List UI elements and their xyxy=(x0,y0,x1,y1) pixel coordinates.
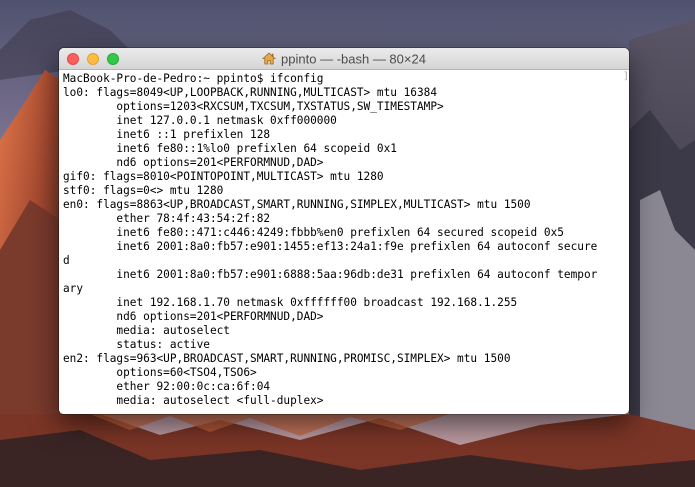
terminal-line: d xyxy=(63,254,70,267)
terminal-line: stf0: flags=0<> mtu 1280 xyxy=(63,184,224,197)
terminal-line: lo0: flags=8049<UP,LOOPBACK,RUNNING,MULT… xyxy=(63,86,438,99)
terminal-line: inet6 2001:8a0:fb57:e901:1455:ef13:24a1:… xyxy=(63,240,598,253)
terminal-line: inet6 fe80::1%lo0 prefixlen 64 scopeid 0… xyxy=(63,142,397,155)
terminal-output: MacBook-Pro-de-Pedro:~ ppinto$ ifconfig l… xyxy=(59,70,629,408)
terminal-window[interactable]: ppinto — -bash — 80×24 MacBook-Pro-de-Pe… xyxy=(59,48,629,414)
terminal-line: inet6 ::1 prefixlen 128 xyxy=(63,128,271,141)
terminal-line: en2: flags=963<UP,BROADCAST,SMART,RUNNIN… xyxy=(63,352,511,365)
title-bar[interactable]: ppinto — -bash — 80×24 xyxy=(59,48,629,70)
window-title: ppinto — -bash — 80×24 xyxy=(59,48,629,70)
terminal-line: ether 92:00:0c:ca:6f:04 xyxy=(63,380,271,393)
terminal-line: ether 78:4f:43:54:2f:82 xyxy=(63,212,271,225)
terminal-line: inet6 fe80::471:c446:4249:fbbb%en0 prefi… xyxy=(63,226,564,239)
terminal-line: options=1203<RXCSUM,TXCSUM,TXSTATUS,SW_T… xyxy=(63,100,444,113)
terminal-line: inet 192.168.1.70 netmask 0xffffff00 bro… xyxy=(63,296,518,309)
terminal-line: options=60<TSO4,TSO6> xyxy=(63,366,257,379)
terminal-line: gif0: flags=8010<POINTOPOINT,MULTICAST> … xyxy=(63,170,384,183)
terminal-content-area[interactable]: MacBook-Pro-de-Pedro:~ ppinto$ ifconfig l… xyxy=(59,70,629,414)
scroll-indicator: ] xyxy=(623,71,629,82)
desktop: ppinto — -bash — 80×24 MacBook-Pro-de-Pe… xyxy=(0,0,695,487)
terminal-line: inet6 2001:8a0:fb57:e901:6888:5aa:96db:d… xyxy=(63,268,598,281)
terminal-line: media: autoselect xyxy=(63,324,230,337)
terminal-line: nd6 options=201<PERFORMNUD,DAD> xyxy=(63,156,324,169)
terminal-line: nd6 options=201<PERFORMNUD,DAD> xyxy=(63,310,324,323)
terminal-line: status: active xyxy=(63,338,210,351)
terminal-line: en0: flags=8863<UP,BROADCAST,SMART,RUNNI… xyxy=(63,198,531,211)
window-title-text: ppinto — -bash — 80×24 xyxy=(281,51,426,67)
terminal-line: ary xyxy=(63,282,84,295)
home-icon xyxy=(262,52,277,65)
terminal-line: media: autoselect <full-duplex> xyxy=(63,394,324,407)
terminal-line: inet 127.0.0.1 netmask 0xff000000 xyxy=(63,114,337,127)
terminal-line: MacBook-Pro-de-Pedro:~ ppinto$ ifconfig xyxy=(63,72,324,85)
